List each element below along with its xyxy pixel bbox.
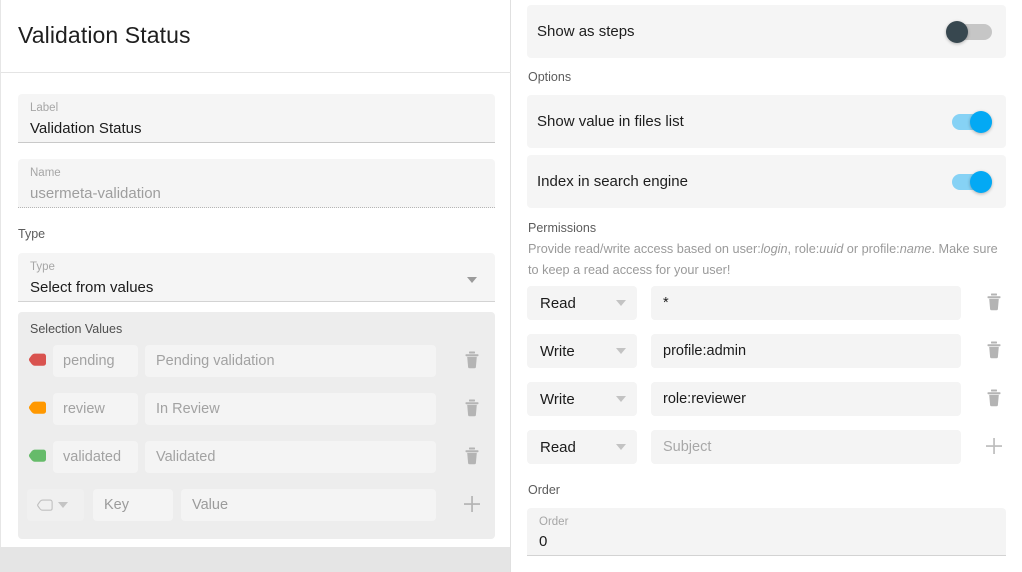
- permission-row: Write role:reviewer: [527, 382, 1007, 416]
- permission-access-select[interactable]: Write: [527, 382, 637, 416]
- permission-access-select[interactable]: Read: [527, 286, 637, 320]
- toggle-knob: [970, 170, 992, 193]
- permission-access-select[interactable]: Write: [527, 334, 637, 368]
- selection-value-key[interactable]: validated: [53, 441, 138, 473]
- options-section-label: Options: [528, 70, 572, 84]
- index-in-search-engine-label: Index in search engine: [537, 173, 688, 190]
- name-field-value: usermeta-validation: [30, 185, 161, 202]
- order-field-value: 0: [539, 533, 548, 550]
- selection-value-label[interactable]: Validated: [145, 441, 436, 473]
- show-as-steps-row[interactable]: Show as steps: [527, 5, 1006, 58]
- delete-permission-button[interactable]: [983, 291, 1007, 315]
- chevron-down-icon: [467, 277, 477, 283]
- selection-value-row: pending Pending validation: [18, 345, 495, 377]
- permission-row: Read *: [527, 286, 1007, 320]
- toggle-knob: [970, 110, 992, 133]
- chevron-down-icon: [616, 396, 626, 402]
- add-permission-button[interactable]: [983, 435, 1007, 459]
- add-selection-value-button[interactable]: [461, 493, 485, 517]
- perm-desc-part: , role:: [787, 242, 820, 256]
- order-section-label: Order: [528, 483, 560, 497]
- page-title: Validation Status: [18, 22, 191, 48]
- show-value-in-files-list-row[interactable]: Show value in files list: [527, 95, 1006, 148]
- right-panel: Show as steps Options Show value in file…: [511, 0, 1022, 572]
- selection-values-title: Selection Values: [30, 322, 123, 336]
- metadata-field-editor: Validation Status Label Validation Statu…: [0, 0, 1022, 572]
- permission-subject-input[interactable]: *: [651, 286, 961, 320]
- selection-value-key-input[interactable]: Key: [93, 489, 173, 521]
- perm-desc-part: or profile:: [843, 242, 900, 256]
- order-field[interactable]: Order 0: [527, 508, 1006, 556]
- selection-value-label-input[interactable]: Value: [181, 489, 436, 521]
- tag-icon: [28, 449, 46, 463]
- name-field-caption: Name: [30, 167, 61, 179]
- perm-desc-part: login: [760, 242, 788, 256]
- tag-outline-icon: [36, 499, 53, 512]
- label-field-value: Validation Status: [30, 120, 142, 137]
- field-form-card: Validation Status Label Validation Statu…: [0, 0, 511, 547]
- order-field-caption: Order: [539, 516, 569, 528]
- permission-subject-input[interactable]: Subject: [651, 430, 961, 464]
- type-section-label: Type: [18, 227, 46, 241]
- chevron-down-icon: [58, 502, 68, 508]
- tag-icon: [28, 353, 46, 367]
- permission-access-select[interactable]: Read: [527, 430, 637, 464]
- label-field[interactable]: Label Validation Status: [18, 94, 495, 143]
- delete-selection-value-button[interactable]: [461, 445, 485, 469]
- order-field-underline: [527, 555, 1006, 556]
- left-panel: Validation Status Label Validation Statu…: [0, 0, 511, 572]
- perm-desc-part: uuid: [819, 242, 844, 256]
- permission-row: Write profile:admin: [527, 334, 1007, 368]
- show-value-in-files-list-label: Show value in files list: [537, 113, 684, 130]
- type-select-underline: [18, 301, 495, 302]
- perm-desc-part: name: [899, 242, 932, 256]
- permission-new-row: Read Subject: [527, 430, 1007, 464]
- tag-icon: [28, 401, 46, 415]
- delete-selection-value-button[interactable]: [461, 349, 485, 373]
- selection-value-row: review In Review: [18, 393, 495, 425]
- permission-access-value: Read: [540, 294, 576, 312]
- chevron-down-icon: [616, 300, 626, 306]
- permission-access-value: Write: [540, 342, 575, 360]
- label-field-underline: [18, 142, 495, 143]
- selection-value-row: validated Validated: [18, 441, 495, 473]
- selection-value-new-row: Key Value: [18, 489, 495, 521]
- type-select-value: Select from values: [30, 279, 154, 296]
- type-select-caption: Type: [30, 261, 55, 273]
- selection-value-label[interactable]: In Review: [145, 393, 436, 425]
- chevron-down-icon: [616, 444, 626, 450]
- show-value-in-files-list-toggle[interactable]: [946, 110, 992, 133]
- index-in-search-engine-toggle[interactable]: [946, 170, 992, 193]
- delete-selection-value-button[interactable]: [461, 397, 485, 421]
- selection-value-label[interactable]: Pending validation: [145, 345, 436, 377]
- permission-subject-input[interactable]: role:reviewer: [651, 382, 961, 416]
- permissions-description: Provide read/write access based on user:…: [528, 239, 998, 281]
- show-as-steps-toggle[interactable]: [946, 20, 992, 43]
- bottom-bar: [0, 547, 510, 572]
- label-field-caption: Label: [30, 102, 59, 114]
- show-as-steps-label: Show as steps: [537, 23, 635, 40]
- name-field: Name usermeta-validation: [18, 159, 495, 208]
- permissions-section-label: Permissions: [528, 221, 597, 235]
- chevron-down-icon: [616, 348, 626, 354]
- selection-value-key[interactable]: pending: [53, 345, 138, 377]
- delete-permission-button[interactable]: [983, 387, 1007, 411]
- title-divider: [1, 72, 511, 73]
- tag-color-picker[interactable]: [27, 489, 84, 521]
- permission-access-value: Read: [540, 438, 576, 456]
- type-select[interactable]: Type Select from values: [18, 253, 495, 302]
- permission-subject-input[interactable]: profile:admin: [651, 334, 961, 368]
- name-field-underline: [18, 207, 495, 208]
- delete-permission-button[interactable]: [983, 339, 1007, 363]
- index-in-search-engine-row[interactable]: Index in search engine: [527, 155, 1006, 208]
- toggle-knob: [946, 20, 968, 43]
- selection-value-key[interactable]: review: [53, 393, 138, 425]
- selection-values-panel: Selection Values pending Pending validat…: [18, 312, 495, 539]
- permission-access-value: Write: [540, 390, 575, 408]
- perm-desc-part: Provide read/write access based on user:: [528, 242, 761, 256]
